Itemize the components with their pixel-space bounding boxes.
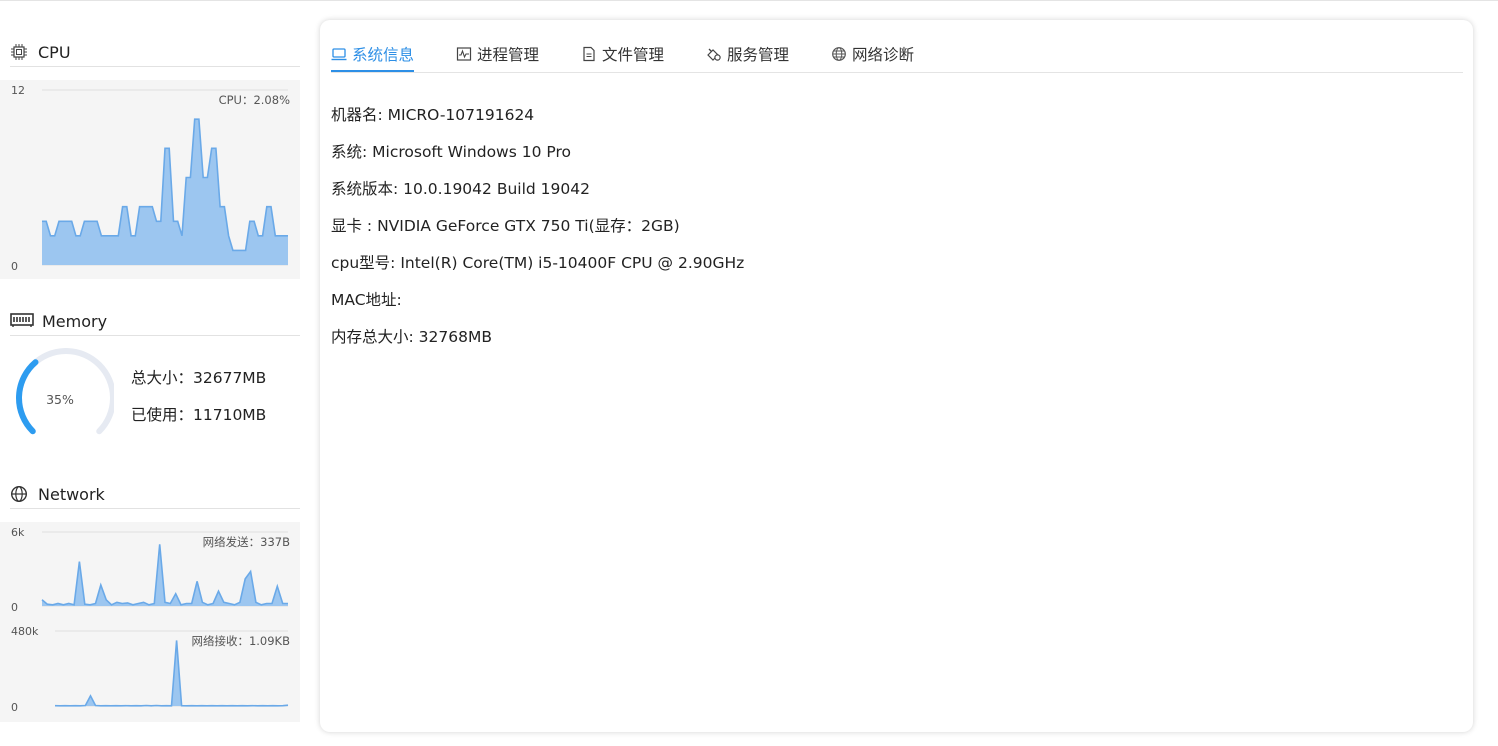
y-tick-label: 0 — [11, 260, 18, 273]
cpu-chart: 12 0 CPU：2.08% — [0, 80, 300, 279]
series-area — [42, 119, 288, 265]
tab-file-management[interactable]: 文件管理 — [581, 36, 664, 71]
file-icon — [581, 46, 597, 62]
y-tick-label: 0 — [11, 601, 18, 614]
tab-process-management[interactable]: 进程管理 — [456, 36, 539, 71]
globe-icon — [10, 485, 32, 503]
tab-label: 网络诊断 — [852, 45, 915, 64]
network-section-title: Network — [38, 484, 105, 504]
chart-value-label: 网络接收：1.09KB — [191, 634, 290, 648]
tab-label: 系统信息 — [352, 45, 415, 64]
chart-value-label: 网络发送：337B — [203, 535, 290, 549]
gauge-fill — [16, 359, 39, 435]
network-diagnose-icon — [831, 46, 847, 62]
memory-module-icon — [10, 312, 36, 330]
tab-label: 服务管理 — [727, 45, 790, 64]
network-charts: 6k 0 网络发送：337B 480k 0 网络接收：1.09KB — [0, 522, 300, 722]
memory-usage-gauge: 35% — [8, 348, 116, 448]
tab-bar: 系统信息 进程管理 文件管理 服务管理 网络诊断 — [331, 36, 1463, 73]
system-panel: 系统信息 进程管理 文件管理 服务管理 网络诊断 机器名: MICRO-1071… — [320, 20, 1473, 732]
tab-system-info[interactable]: 系统信息 — [331, 36, 415, 72]
info-os: 系统: Microsoft Windows 10 Pro — [331, 143, 571, 161]
monitor-sidebar: CPU 12 0 CPU：2.08% Memory 35% 总大小：32677MB … — [0, 0, 300, 746]
info-os-version: 系统版本: 10.0.19042 Build 19042 — [331, 180, 590, 198]
cpu-section-header: CPU — [10, 38, 300, 67]
service-tool-icon — [706, 46, 722, 62]
tab-service-management[interactable]: 服务管理 — [706, 36, 789, 71]
cpu-chip-icon — [10, 43, 32, 61]
tab-label: 文件管理 — [602, 45, 665, 64]
laptop-icon — [331, 46, 347, 62]
info-memory-total: 内存总大小: 32768MB — [331, 328, 492, 346]
y-tick-label: 0 — [11, 701, 18, 714]
y-tick-label: 12 — [11, 84, 25, 97]
info-hostname: 机器名: MICRO-107191624 — [331, 106, 535, 124]
info-mac-address: MAC地址: — [331, 291, 402, 309]
memory-total-label: 总大小：32677MB — [131, 369, 267, 387]
info-gpu: 显卡 : NVIDIA GeForce GTX 750 Ti(显存：2GB) — [331, 217, 680, 235]
info-cpu-model: cpu型号: Intel(R) Core(TM) i5-10400F CPU @… — [331, 254, 745, 272]
series-line — [54, 640, 289, 707]
network-section-header: Network — [10, 480, 300, 509]
memory-section-title: Memory — [42, 311, 108, 331]
cpu-section-title: CPU — [38, 42, 71, 62]
tab-label: 进程管理 — [477, 45, 540, 64]
memory-section-header: Memory — [10, 307, 300, 336]
y-tick-label: 6k — [11, 526, 25, 539]
tab-network-diagnosis[interactable]: 网络诊断 — [831, 36, 914, 71]
activity-monitor-icon — [456, 46, 472, 62]
memory-percent-label: 35% — [46, 392, 74, 407]
chart-value-label: CPU：2.08% — [219, 93, 290, 107]
y-tick-label: 480k — [11, 625, 39, 638]
memory-used-label: 已使用：11710MB — [131, 406, 267, 424]
